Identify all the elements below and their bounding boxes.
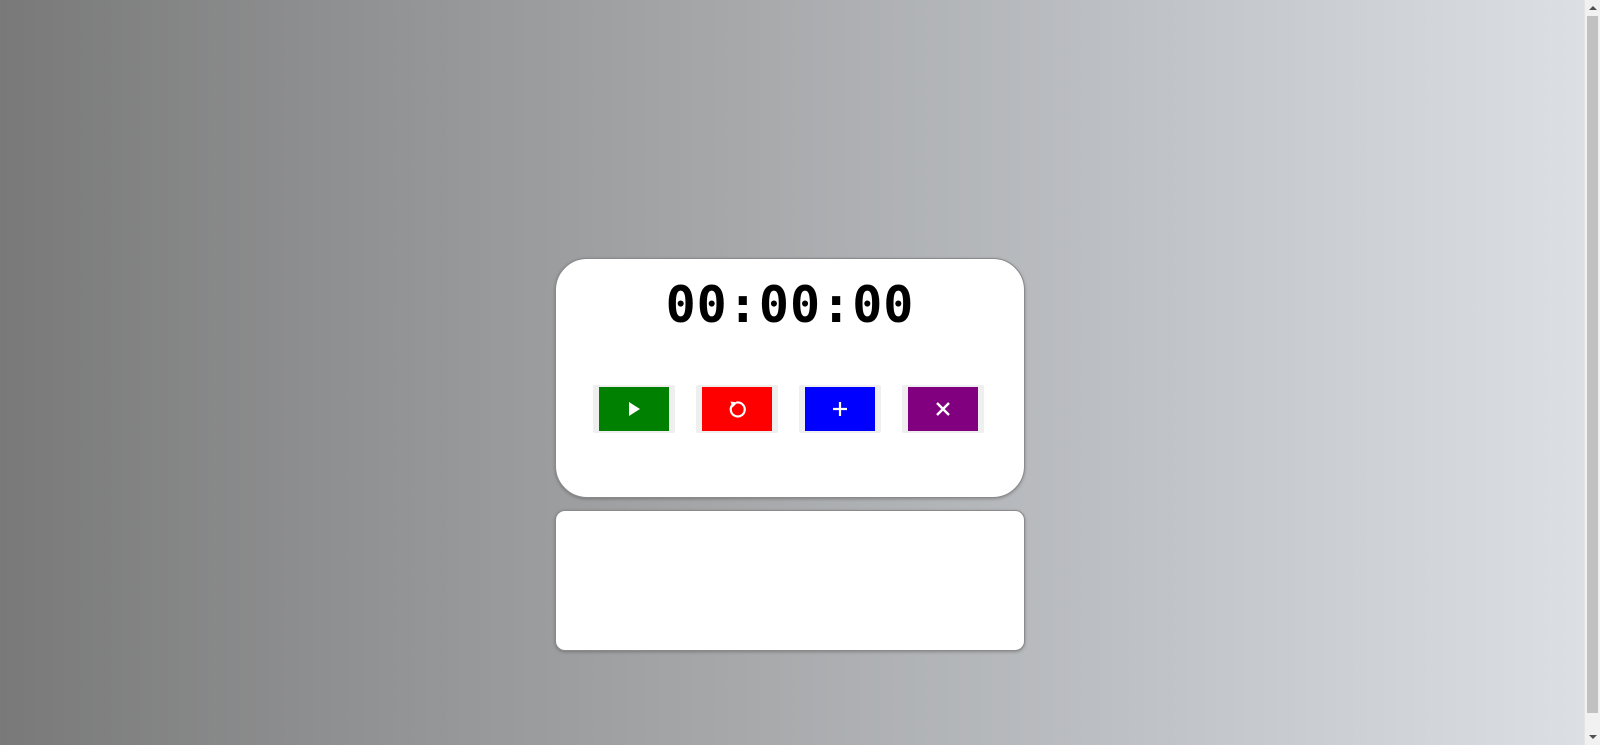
vertical-scrollbar[interactable] — [1584, 0, 1600, 745]
reset-icon — [729, 401, 746, 418]
close-button[interactable] — [908, 387, 978, 431]
timer-display: 00:00:00 — [665, 276, 915, 334]
close-icon — [936, 402, 950, 416]
close-button-frame — [902, 385, 984, 433]
play-icon — [629, 402, 640, 416]
lap-log-panel — [555, 510, 1025, 651]
plus-icon — [833, 402, 847, 416]
scrollbar-thumb[interactable] — [1587, 16, 1598, 713]
scroll-up-arrow-icon[interactable] — [1585, 0, 1600, 16]
reset-button-frame — [696, 385, 778, 433]
start-button[interactable] — [599, 387, 669, 431]
control-buttons — [593, 385, 993, 433]
reset-button[interactable] — [702, 387, 772, 431]
timer-card: 00:00:00 — [555, 258, 1025, 498]
start-button-frame — [593, 385, 675, 433]
page: 00:00:00 — [0, 0, 1584, 745]
add-button-frame — [799, 385, 881, 433]
scroll-down-arrow-icon[interactable] — [1585, 729, 1600, 745]
add-button[interactable] — [805, 387, 875, 431]
